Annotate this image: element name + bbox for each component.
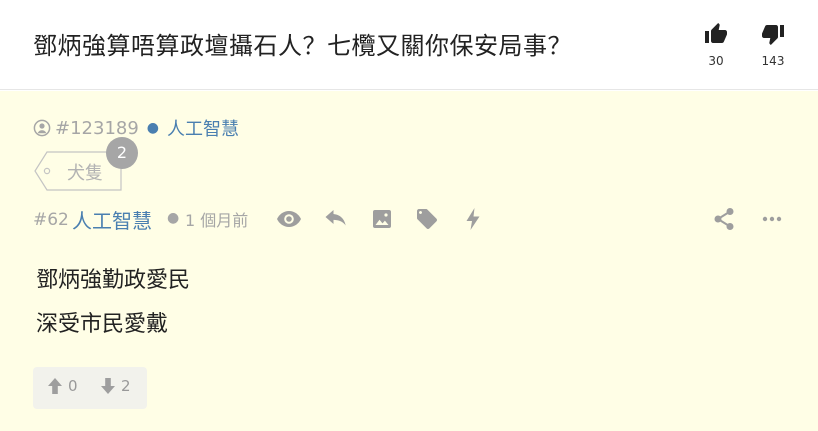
dislike-count: 143 — [761, 54, 785, 68]
user-icon — [33, 119, 51, 137]
tag-icon — [417, 209, 437, 229]
arrow-up-icon — [48, 378, 62, 394]
post-time: 1 個月前 — [185, 211, 249, 230]
lightning-icon — [466, 208, 480, 230]
eye-icon — [277, 211, 301, 227]
post-body: 鄧炳強勤政愛民 深受市民愛戴 — [36, 259, 190, 347]
downvote-count: 2 — [121, 377, 131, 395]
post-header: #62 人工智慧 ● 1 個月前 — [33, 204, 793, 234]
like-count: 30 — [708, 54, 724, 68]
reply-button[interactable] — [322, 206, 350, 232]
thread-title: 鄧炳強算唔算政壇攝石人？七欖又關你保安局事？ — [33, 32, 572, 60]
post-vote-bar: 0 2 — [33, 367, 147, 409]
more-icon — [762, 216, 782, 222]
tag-label: 犬隻 — [67, 163, 103, 184]
op-user-id: #123189 — [55, 117, 139, 139]
post-number[interactable]: #62 — [33, 210, 69, 230]
post-line: 鄧炳強勤政愛民 — [36, 268, 191, 293]
thread-content: #123189 ● 人工智慧 犬隻 2 #62 人工智慧 ● 1 個月前 鄧炳強… — [0, 91, 818, 431]
thumbs-up-icon — [705, 23, 727, 43]
dislike-button[interactable]: 143 — [753, 22, 793, 68]
view-button[interactable] — [275, 206, 303, 232]
upvote-button[interactable]: 0 — [47, 377, 78, 395]
image-button[interactable] — [368, 206, 396, 232]
share-icon — [714, 208, 734, 230]
separator-dot: ● — [146, 120, 160, 136]
more-options-button[interactable] — [758, 206, 786, 232]
post-line: 深受市民愛戴 — [36, 312, 169, 337]
tag-chip[interactable]: 犬隻 2 — [34, 137, 138, 191]
thread-header: 鄧炳強算唔算政壇攝石人？七欖又關你保安局事？ 30 143 — [0, 0, 818, 90]
downvote-button[interactable]: 2 — [100, 377, 131, 395]
op-author-line: #123189 ● 人工智慧 — [33, 115, 239, 141]
quick-reply-button[interactable] — [459, 206, 487, 232]
arrow-down-icon — [101, 378, 115, 394]
post-author[interactable]: 人工智慧 — [72, 205, 152, 234]
image-icon — [373, 210, 391, 228]
reply-icon — [325, 210, 346, 226]
share-button[interactable] — [710, 206, 738, 232]
tag-count-badge: 2 — [106, 137, 138, 169]
upvote-count: 0 — [68, 377, 78, 395]
separator-dot: ● — [167, 210, 180, 226]
like-button[interactable]: 30 — [696, 22, 736, 68]
thumbs-down-icon — [762, 25, 784, 45]
tag-post-button[interactable] — [413, 206, 441, 232]
op-author-name[interactable]: 人工智慧 — [167, 115, 239, 141]
